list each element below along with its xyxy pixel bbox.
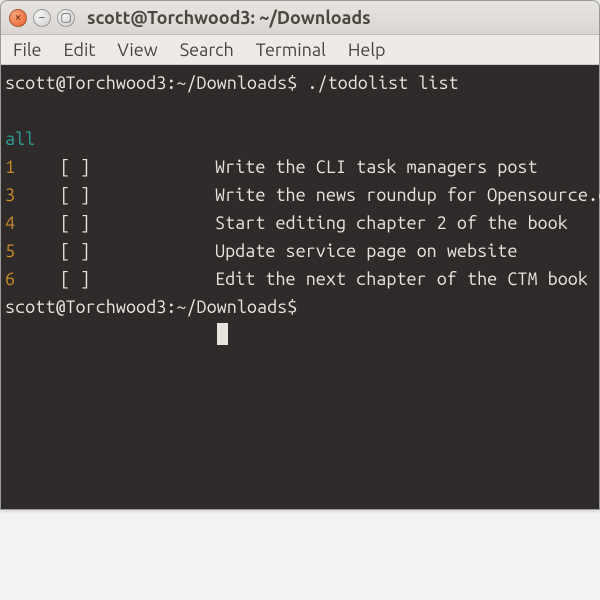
menu-view[interactable]: View bbox=[115, 38, 159, 62]
shell-prompt: scott@Torchwood3:~/Downloads$ bbox=[5, 297, 307, 317]
terminal-area: scott@Torchwood3:~/Downloads$ ./todolist… bbox=[1, 65, 599, 509]
blank-line bbox=[5, 101, 15, 121]
shell-prompt: scott@Torchwood3:~/Downloads$ bbox=[5, 73, 307, 93]
shell-command: ./todolist list bbox=[307, 73, 458, 93]
cursor-icon bbox=[217, 323, 228, 345]
window-title: scott@Torchwood3: ~/Downloads bbox=[87, 8, 371, 28]
todo-id: 3 bbox=[5, 181, 60, 209]
todo-checkbox: [ ] bbox=[60, 237, 215, 265]
menubar: File Edit View Search Terminal Help bbox=[1, 35, 599, 65]
todo-checkbox: [ ] bbox=[60, 265, 215, 293]
todo-text: Write the news roundup for Opensource.co… bbox=[215, 181, 600, 209]
maximize-icon[interactable]: ▢ bbox=[57, 9, 75, 27]
titlebar[interactable]: × − ▢ scott@Torchwood3: ~/Downloads bbox=[1, 1, 599, 35]
menu-terminal[interactable]: Terminal bbox=[254, 38, 328, 62]
terminal-window: × − ▢ scott@Torchwood3: ~/Downloads File… bbox=[0, 0, 600, 510]
todo-checkbox: [ ] bbox=[60, 209, 215, 237]
minimize-icon[interactable]: − bbox=[33, 9, 51, 27]
todo-text: Start editing chapter 2 of the book bbox=[215, 209, 600, 237]
todo-row: 5[ ]Update service page on website bbox=[5, 237, 600, 265]
todo-text: Update service page on website bbox=[215, 237, 600, 265]
todo-checkbox: [ ] bbox=[60, 181, 215, 209]
todo-row: 3[ ]Write the news roundup for Opensourc… bbox=[5, 181, 600, 209]
todo-id: 6 bbox=[5, 265, 60, 293]
menu-edit[interactable]: Edit bbox=[62, 38, 98, 62]
menu-search[interactable]: Search bbox=[178, 38, 236, 62]
menu-help[interactable]: Help bbox=[346, 38, 388, 62]
todo-id: 1 bbox=[5, 153, 60, 181]
close-icon[interactable]: × bbox=[9, 9, 27, 27]
todo-row: 4[ ]Start editing chapter 2 of the book bbox=[5, 209, 600, 237]
todo-checkbox: [ ] bbox=[60, 153, 215, 181]
menu-file[interactable]: File bbox=[11, 38, 44, 62]
terminal-output[interactable]: scott@Torchwood3:~/Downloads$ ./todolist… bbox=[1, 65, 600, 509]
todo-row: 6[ ]Edit the next chapter of the CTM boo… bbox=[5, 265, 600, 293]
todo-text: Edit the next chapter of the CTM book bbox=[215, 265, 600, 293]
todo-id: 5 bbox=[5, 237, 60, 265]
todo-id: 4 bbox=[5, 209, 60, 237]
list-heading: all bbox=[5, 129, 35, 149]
todo-row: 1[ ]Write the CLI task managers post bbox=[5, 153, 600, 181]
window-controls: × − ▢ bbox=[9, 9, 75, 27]
todo-text: Write the CLI task managers post bbox=[215, 153, 600, 181]
